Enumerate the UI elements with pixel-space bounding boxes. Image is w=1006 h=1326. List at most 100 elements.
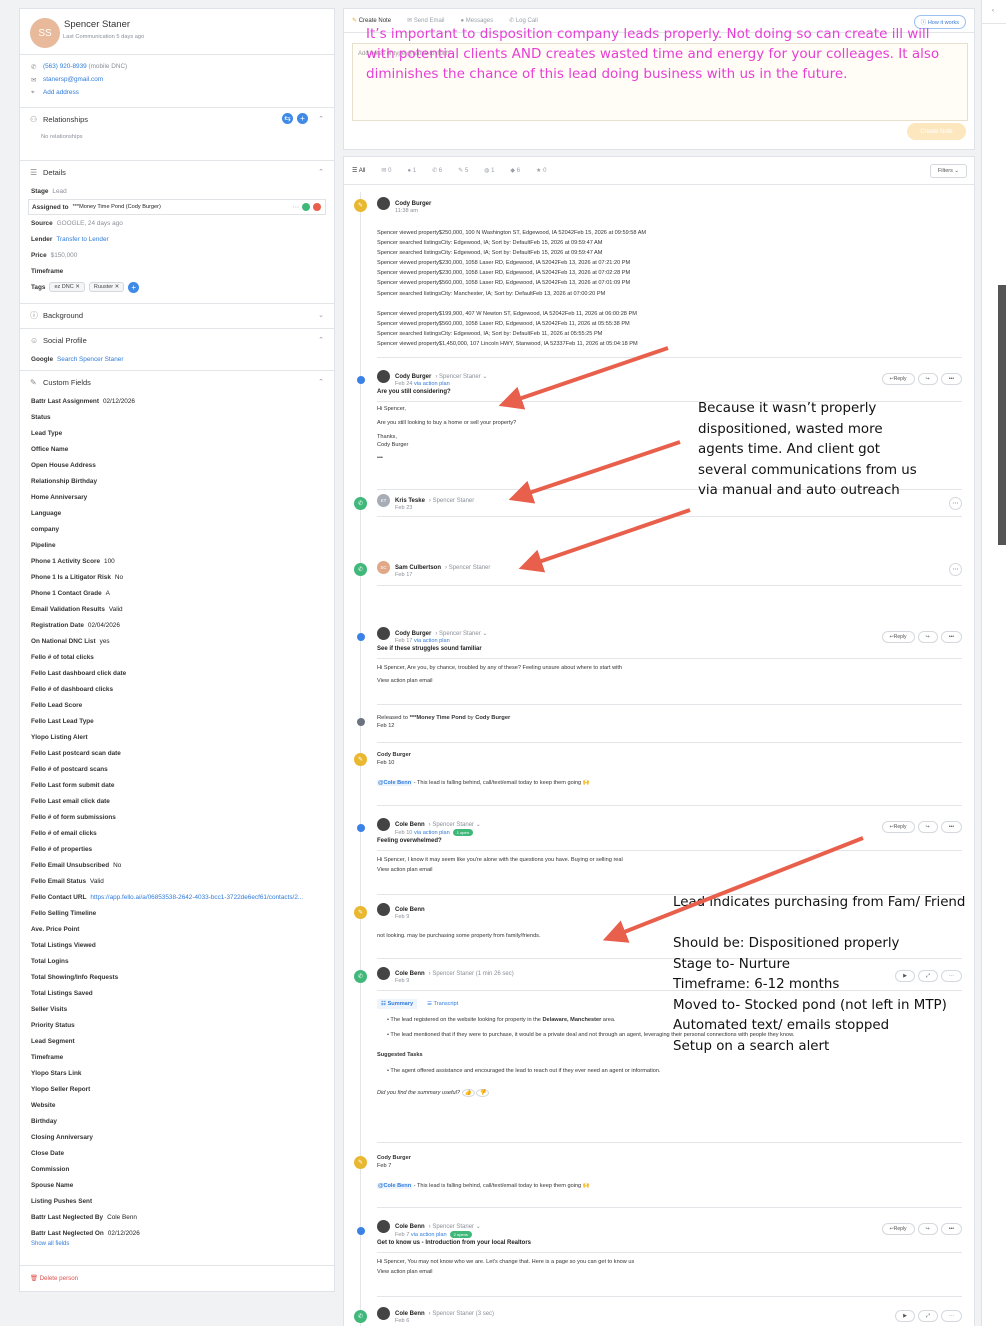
more-button[interactable]: ⋯	[949, 563, 962, 576]
custom-field-row[interactable]: Battr Last Neglected By Cole Benn	[20, 1209, 334, 1225]
tab-log-call[interactable]: ✆ Log Call	[509, 17, 538, 24]
custom-field-row[interactable]: Total Listings Saved	[20, 985, 334, 1001]
thumbs-up-icon[interactable]: 👍	[461, 1089, 475, 1097]
custom-field-row[interactable]: Phone 1 Is a Litigator Risk No	[20, 569, 334, 585]
view-action-plan-email-link[interactable]: View action plan email	[377, 1267, 962, 1277]
tab-messages[interactable]: ◍ 1	[484, 167, 494, 174]
custom-field-row[interactable]: Fello # of form submissions	[20, 809, 334, 825]
custom-field-row[interactable]: Total Listings Viewed	[20, 937, 334, 953]
custom-field-row[interactable]: Priority Status	[20, 1017, 334, 1033]
custom-field-row[interactable]: Fello Last email click date	[20, 793, 334, 809]
custom-field-row[interactable]: Fello Selling Timeline	[20, 905, 334, 921]
custom-field-row[interactable]: Commission	[20, 1161, 334, 1177]
add-address-link[interactable]: Add address	[43, 89, 79, 96]
google-search-link[interactable]: Search Spencer Staner	[57, 356, 123, 363]
custom-field-row[interactable]: Fello Contact URL https://app.fello.ai/a/…	[20, 889, 334, 905]
custom-field-row[interactable]: Lead Segment	[20, 1033, 334, 1049]
tab-create-note[interactable]: ✎ Create Note	[352, 17, 391, 24]
filters-button[interactable]: Filters ⌄	[929, 164, 967, 178]
chevron-left-icon[interactable]: ‹	[992, 8, 994, 14]
custom-field-row[interactable]: Listing Pushes Sent	[20, 1193, 334, 1209]
thumbs-down-icon[interactable]: 👎	[476, 1089, 490, 1097]
custom-field-row[interactable]: Seller Visits	[20, 1001, 334, 1017]
more-button[interactable]: ⋯	[941, 1310, 962, 1322]
delete-person-button[interactable]: 🗑 Delete person	[20, 1266, 334, 1282]
create-note-button[interactable]: Create Note	[907, 123, 966, 140]
custom-field-row[interactable]: Fello Last form submit date	[20, 777, 334, 793]
custom-field-row[interactable]: company	[20, 521, 334, 537]
background-section[interactable]: ⓘ Background ⌄	[20, 304, 334, 329]
tab-summary[interactable]: ☷ Summary	[377, 999, 418, 1009]
more-button[interactable]: •••	[940, 373, 962, 385]
view-action-plan-email-link[interactable]: View action plan email	[377, 676, 962, 686]
cancel-icon[interactable]	[313, 203, 321, 211]
play-button[interactable]: ▶	[895, 1310, 915, 1322]
custom-field-row[interactable]: Language	[20, 505, 334, 521]
custom-field-row[interactable]: Fello Email Unsubscribed No	[20, 857, 334, 873]
phone-number[interactable]: (563) 920-8939	[43, 63, 87, 70]
forward-button[interactable]: ↪	[917, 631, 938, 643]
custom-field-row[interactable]: Total Logins	[20, 953, 334, 969]
tab-stars[interactable]: ★ 0	[536, 167, 546, 174]
tag-chip[interactable]: ez DNC ✕	[49, 282, 85, 292]
tab-calls[interactable]: ✆ 6	[432, 167, 442, 174]
details-header[interactable]: ☰ Details	[20, 161, 334, 183]
stage-row[interactable]: Stage Lead	[20, 183, 334, 199]
chevron-up-icon[interactable]: ⌃	[318, 115, 324, 123]
custom-field-row[interactable]: Ave. Price Point	[20, 921, 334, 937]
custom-field-row[interactable]: Battr Last Assignment 02/12/2026	[20, 393, 334, 409]
custom-field-row[interactable]: Birthday	[20, 1113, 334, 1129]
price-row[interactable]: Price $150,000	[20, 247, 334, 263]
custom-field-row[interactable]: Timeframe	[20, 1049, 334, 1065]
tab-transcript[interactable]: ☰ Transcript	[427, 999, 458, 1009]
reply-button[interactable]: ↩ Reply	[881, 631, 915, 643]
tag-chip[interactable]: Ruuster ✕	[88, 282, 125, 292]
custom-field-row[interactable]: Fello Email Status Valid	[20, 873, 334, 889]
tab-events[interactable]: ◆ 6	[510, 167, 520, 174]
custom-field-row[interactable]: Relationship Birthday	[20, 473, 334, 489]
custom-field-row[interactable]: Fello Last Lead Type	[20, 713, 334, 729]
custom-field-row[interactable]: Battr Last Neglected On 02/12/2026	[20, 1225, 334, 1241]
add-tag-button[interactable]: +	[128, 281, 140, 293]
custom-field-row[interactable]: Office Name	[20, 441, 334, 457]
expand-button[interactable]: ⤢	[917, 1310, 938, 1322]
show-all-fields-link[interactable]: Show all fields	[20, 1241, 334, 1247]
forward-button[interactable]: ↪	[917, 1223, 938, 1235]
custom-field-row[interactable]: Close Date	[20, 1145, 334, 1161]
add-relationship-button[interactable]: +	[297, 113, 308, 124]
custom-field-row[interactable]: Registration Date 02/04/2026	[20, 617, 334, 633]
custom-field-row[interactable]: Closing Anniversary	[20, 1129, 334, 1145]
custom-field-row[interactable]: Phone 1 Activity Score 100	[20, 553, 334, 569]
custom-field-row[interactable]: Phone 1 Contact Grade A	[20, 585, 334, 601]
link-relationship-button[interactable]: ⇆	[282, 113, 293, 124]
chevron-up-icon[interactable]: ⌃	[318, 168, 324, 176]
custom-field-row[interactable]: On National DNC List yes	[20, 633, 334, 649]
custom-field-row[interactable]: Ylopo Stars Link	[20, 1065, 334, 1081]
custom-field-row[interactable]: Fello # of dashboard clicks	[20, 681, 334, 697]
custom-field-row[interactable]: Fello # of properties	[20, 841, 334, 857]
tab-messages[interactable]: ● Messages	[460, 18, 493, 24]
more-button[interactable]: •••	[940, 631, 962, 643]
custom-field-row[interactable]: Fello # of email clicks	[20, 825, 334, 841]
reply-button[interactable]: ↩ Reply	[881, 821, 915, 833]
custom-field-row[interactable]: Lead Type	[20, 425, 334, 441]
more-button[interactable]: •••	[940, 821, 962, 833]
custom-field-row[interactable]: Fello Last postcard scan date	[20, 745, 334, 761]
tab-all[interactable]: ☰ All	[352, 167, 365, 174]
confirm-icon[interactable]	[302, 203, 310, 211]
custom-field-row[interactable]: Fello # of postcard scans	[20, 761, 334, 777]
tab-emails[interactable]: ✉ 0	[381, 167, 391, 174]
forward-button[interactable]: ↪	[917, 373, 938, 385]
tab-send-email[interactable]: ✉ Send Email	[407, 17, 444, 24]
custom-field-row[interactable]: Email Validation Results Valid	[20, 601, 334, 617]
social-header[interactable]: ☺ Social Profile	[20, 329, 334, 351]
person-name[interactable]: Spencer Staner	[64, 19, 130, 30]
custom-field-row[interactable]: Open House Address	[20, 457, 334, 473]
custom-field-row[interactable]: Fello Last dashboard click date	[20, 665, 334, 681]
chevron-up-icon[interactable]: ⌃	[318, 336, 324, 344]
custom-field-row[interactable]: Home Anniversary	[20, 489, 334, 505]
more-button[interactable]: ⋯	[949, 497, 962, 510]
chevron-down-icon[interactable]: ⌄	[318, 311, 324, 319]
custom-field-row[interactable]: Website	[20, 1097, 334, 1113]
custom-field-row[interactable]: Status	[20, 409, 334, 425]
